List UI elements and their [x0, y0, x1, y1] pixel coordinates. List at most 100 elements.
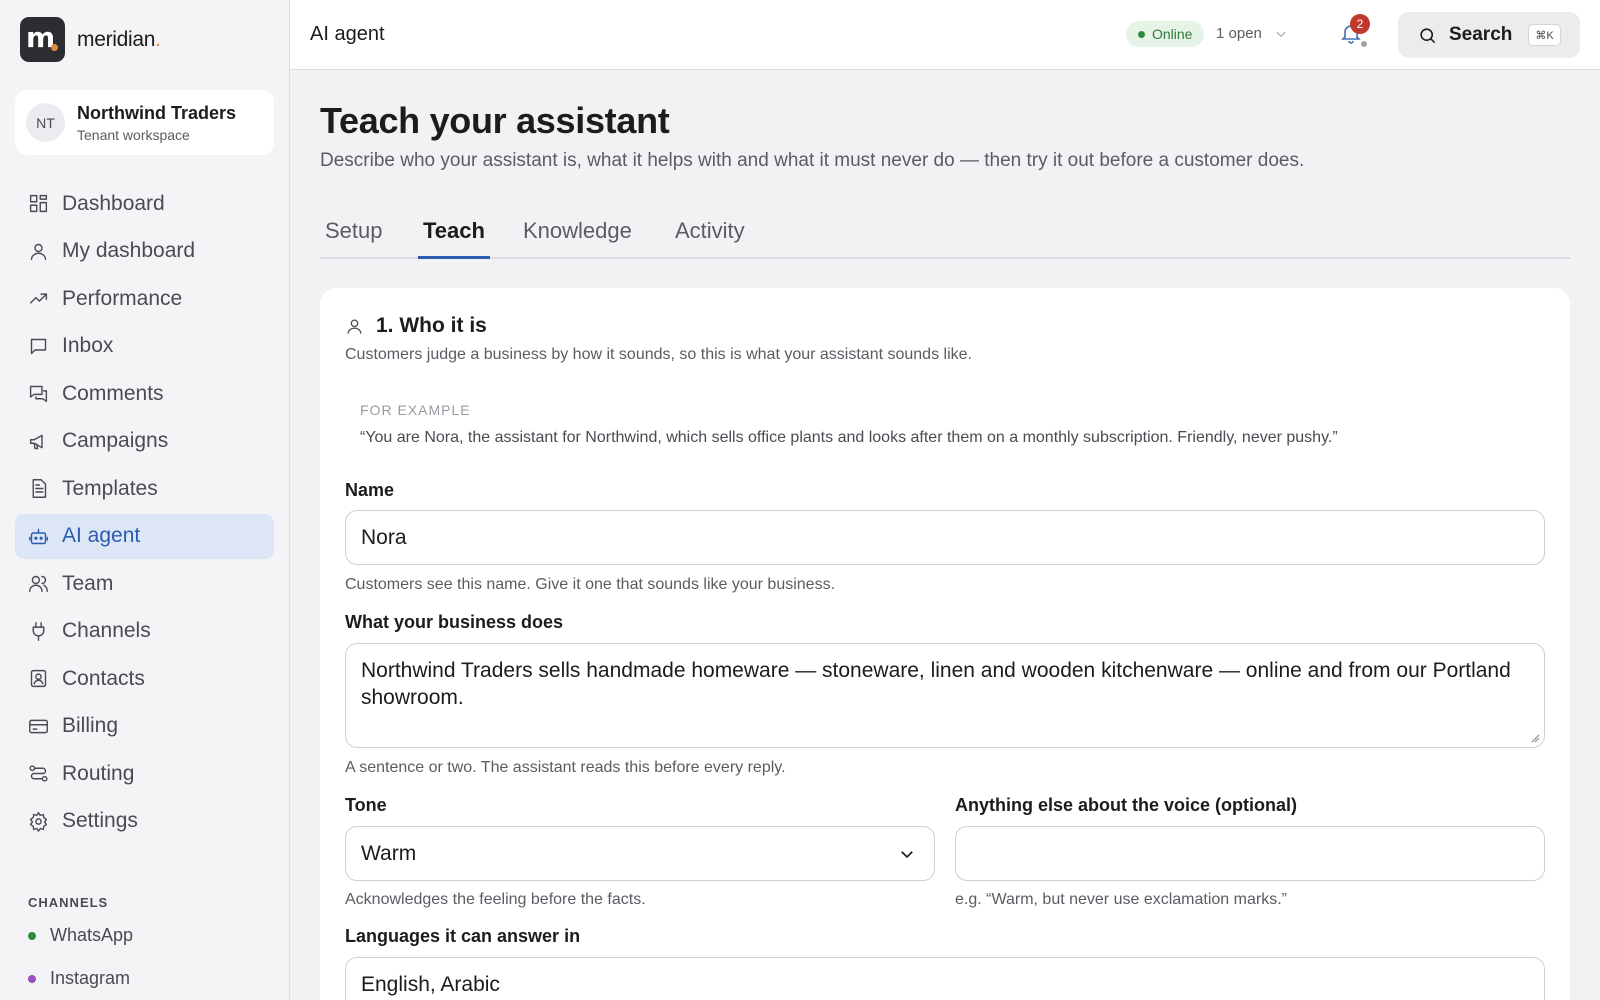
channel-label: Instagram [50, 968, 131, 988]
gear-icon [27, 810, 49, 832]
who-it-is-card: 1. Who it is Customers judge a business … [320, 288, 1570, 1000]
business-textarea[interactable]: Northwind Traders sells handmade homewar… [345, 643, 1545, 748]
open-conversations-dropdown[interactable]: 1 open [1216, 25, 1288, 42]
section-header: 1. Who it is [345, 314, 487, 338]
name-hint: Customers see this name. Give it one tha… [345, 576, 836, 593]
comments-icon [27, 383, 49, 405]
languages-label: Languages it can answer in [345, 926, 581, 946]
sidebar-item-label: Comments [62, 381, 164, 405]
tab-bar: Setup Teach Knowledge Activity [320, 210, 1570, 259]
sidebar-item-performance[interactable]: Performance [15, 276, 274, 321]
keyboard-shortcut: ⌘K [1528, 24, 1561, 46]
sidebar-item-label: Templates [62, 476, 158, 500]
sidebar-item-team[interactable]: Team [15, 561, 274, 606]
channel-item-whatsapp[interactable]: WhatsApp [28, 925, 133, 946]
chevron-down-icon [1276, 31, 1286, 37]
sidebar-item-dashboard[interactable]: Dashboard [15, 181, 274, 226]
bot-icon [27, 525, 49, 547]
name-input[interactable] [345, 510, 1545, 565]
sidebar-item-contacts[interactable]: Contacts [15, 656, 274, 701]
status-dot [28, 931, 36, 940]
status-label: Online [1152, 26, 1193, 42]
sidebar-item-label: My dashboard [62, 239, 196, 262]
voice-input[interactable] [955, 826, 1545, 881]
name-label: Name [345, 480, 395, 500]
megaphone-icon [27, 430, 49, 452]
search-button[interactable]: Search ⌘K [1398, 12, 1580, 58]
sidebar-item-my-dashboard[interactable]: My dashboard [15, 229, 274, 274]
sidebar: m meridian. NT Northwind Traders Tenant … [0, 0, 290, 1000]
workspace-switcher[interactable]: NT Northwind Traders Tenant workspace [15, 90, 274, 155]
sidebar-item-channels[interactable]: Channels [15, 609, 274, 654]
sidebar-item-label: Routing [62, 761, 135, 785]
sidebar-item-label: AI agent [62, 524, 141, 547]
section-subtitle: Customers judge a business by how it sou… [345, 346, 972, 363]
brand-name-text: meridian [77, 27, 156, 51]
status-badge[interactable]: Online [1126, 21, 1205, 47]
page-title: Teach your assistant [320, 100, 670, 141]
languages-input[interactable] [345, 957, 1545, 1000]
sidebar-item-label: Billing [62, 714, 119, 737]
user-icon [27, 240, 49, 262]
workspace-avatar: NT [26, 103, 65, 142]
message-icon [27, 335, 49, 357]
tone-select[interactable]: Warm [345, 826, 935, 881]
voice-label: Anything else about the voice (optional) [955, 795, 1298, 815]
sidebar-item-templates[interactable]: Templates [15, 466, 274, 511]
online-dot [1138, 30, 1145, 38]
tab-setup[interactable]: Setup [320, 218, 388, 259]
contact-icon [27, 668, 49, 690]
users-icon [27, 573, 49, 595]
channel-label: WhatsApp [50, 925, 134, 945]
sidebar-item-label: Campaigns [62, 429, 169, 452]
topbar: AI agent Online 1 open 2 Search ⌘K [290, 0, 1600, 70]
search-label: Search [1449, 24, 1513, 45]
tab-knowledge[interactable]: Knowledge [518, 218, 637, 259]
trend-icon [27, 288, 49, 310]
example-label: FOR EXAMPLE [360, 402, 471, 418]
business-textarea-value: Northwind Traders sells handmade homewar… [361, 659, 1511, 709]
sidebar-item-settings[interactable]: Settings [15, 799, 274, 844]
sidebar-item-comments[interactable]: Comments [15, 371, 274, 416]
sidebar-item-label: Contacts [62, 666, 145, 690]
brand-logo: m [20, 17, 65, 62]
brand[interactable]: m meridian. [20, 17, 161, 62]
workspace-name: Northwind Traders [77, 102, 237, 123]
sidebar-item-campaigns[interactable]: Campaigns [15, 419, 274, 464]
card-icon [27, 715, 49, 737]
example-text: “You are Nora, the assistant for Northwi… [360, 429, 1338, 446]
sidebar-item-label: Performance [62, 286, 183, 310]
plug-icon [27, 620, 49, 642]
business-hint: A sentence or two. The assistant reads t… [345, 759, 786, 776]
sidebar-item-label: Inbox [62, 334, 114, 357]
channel-item-instagram[interactable]: Instagram [28, 968, 130, 989]
notification-count-badge: 2 [1350, 14, 1370, 34]
sidebar-item-routing[interactable]: Routing [15, 751, 274, 796]
status-dot [28, 974, 36, 983]
open-count-label: 1 open [1216, 25, 1262, 42]
page-subtitle: Describe who your assistant is, what it … [320, 150, 1305, 171]
business-label: What your business does [345, 612, 564, 632]
voice-hint: e.g. “Warm, but never use exclamation ma… [955, 891, 1287, 908]
example-block: FOR EXAMPLE “You are Nora, the assistant… [360, 402, 1338, 447]
tab-teach[interactable]: Teach [418, 218, 490, 259]
workspace-subtitle: Tenant workspace [77, 126, 190, 143]
sidebar-item-inbox[interactable]: Inbox [15, 324, 274, 369]
brand-name: meridian. [77, 28, 161, 52]
sidebar-item-label: Channels [62, 619, 151, 642]
sidebar-item-ai-agent[interactable]: AI agent [15, 513, 274, 559]
tone-label: Tone [345, 795, 387, 815]
tab-activity[interactable]: Activity [670, 218, 750, 259]
topbar-title: AI agent [310, 23, 385, 45]
sidebar-item-label: Settings [62, 809, 138, 832]
tone-hint: Acknowledges the feeling before the fact… [345, 891, 646, 908]
sidebar-item-billing[interactable]: Billing [15, 704, 274, 749]
route-icon [27, 763, 49, 785]
resize-grip-icon[interactable] [1530, 733, 1540, 743]
search-icon [1420, 27, 1436, 43]
sidebar-item-label: Dashboard [62, 191, 165, 215]
tone-select-value: Warm [361, 841, 417, 865]
chevron-down-icon [901, 851, 913, 859]
presence-dot [1359, 39, 1369, 49]
section-title: 1. Who it is [376, 314, 487, 337]
